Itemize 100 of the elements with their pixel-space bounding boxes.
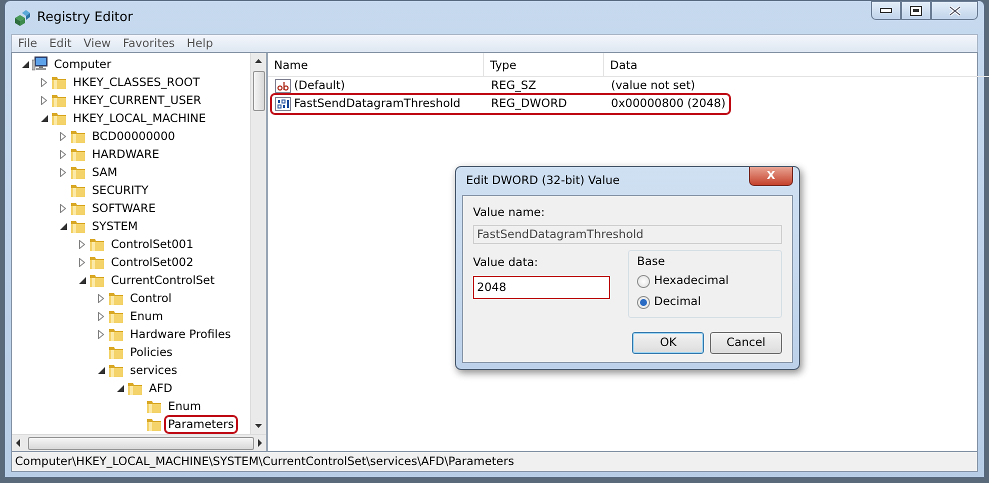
binary-value-icon	[275, 97, 291, 111]
menu-item[interactable]: File	[12, 35, 44, 52]
expand-arrow-icon[interactable]	[60, 204, 66, 212]
folder-icon	[108, 362, 124, 378]
expand-arrow-icon[interactable]	[98, 312, 104, 320]
tree-item[interactable]: HKEY_CURRENT_USER	[71, 92, 204, 108]
highlighted-value-row[interactable]: FastSendDatagramThreshold REG_DWORD 0x00000800 (2048)	[272, 95, 729, 113]
tree-item[interactable]: SYSTEM	[90, 218, 140, 234]
dialog-button[interactable]: OK	[632, 332, 704, 354]
computer-icon	[32, 56, 48, 72]
value-data-field[interactable]: 2048	[473, 276, 610, 298]
value-data: 0x00000800 (2048)	[610, 95, 727, 112]
folder-icon	[146, 416, 162, 432]
expand-arrow-icon[interactable]	[60, 132, 66, 140]
scrollbar-thumb[interactable]	[252, 71, 264, 111]
tree-item[interactable]: Enum	[166, 398, 204, 414]
tree-item[interactable]: ControlSet002	[109, 254, 196, 270]
menu-item[interactable]: Edit	[43, 35, 78, 52]
tree-item[interactable]: HKEY_CLASSES_ROOT	[71, 74, 202, 90]
tree-item[interactable]: ControlSet001	[109, 236, 196, 252]
folder-icon	[51, 92, 67, 108]
collapse-arrow-icon[interactable]	[60, 222, 66, 230]
minimize-button[interactable]	[871, 1, 901, 20]
status-bar-path: Computer\HKEY_LOCAL_MACHINE\SYSTEM\CurrentControlSet\services\AFD\Parameters	[11, 452, 978, 472]
expand-arrow-icon[interactable]	[41, 78, 47, 86]
radio-button[interactable]	[637, 274, 650, 288]
folder-icon	[89, 254, 105, 270]
value-name: (Default)	[294, 77, 345, 94]
scroll-left-arrow-icon[interactable]	[16, 439, 20, 447]
expand-arrow-icon[interactable]	[98, 294, 104, 302]
folder-icon	[108, 308, 124, 324]
folder-icon	[108, 344, 124, 360]
vertical-scrollbar[interactable]	[250, 53, 266, 434]
scroll-right-arrow-icon[interactable]	[258, 439, 262, 447]
tree-item[interactable]: SECURITY	[90, 182, 150, 198]
value-type: REG_SZ	[490, 77, 538, 94]
tree-item[interactable]: BCD00000000	[90, 128, 178, 144]
radio-label[interactable]: Hexadecimal	[654, 272, 729, 290]
maximize-button[interactable]	[901, 1, 931, 20]
close-button[interactable]	[931, 1, 978, 20]
scrollbar-thumb[interactable]	[28, 436, 254, 450]
folder-icon	[51, 110, 67, 126]
window-title: Registry Editor	[37, 8, 133, 27]
value-data-label: Value data:	[473, 254, 540, 272]
collapse-arrow-icon[interactable]	[22, 60, 28, 68]
folder-icon	[51, 74, 67, 90]
folder-icon	[146, 398, 162, 414]
column-header[interactable]: Name	[268, 53, 484, 76]
tree-item[interactable]: Control	[128, 290, 174, 306]
tree-item[interactable]: Policies	[128, 344, 175, 360]
tree-item[interactable]: Parameters	[166, 416, 236, 432]
radio-label[interactable]: Decimal	[654, 293, 701, 311]
tree-item[interactable]: AFD	[147, 380, 174, 396]
maximize-icon	[910, 6, 922, 16]
tree-item[interactable]: SOFTWARE	[90, 200, 158, 216]
collapse-arrow-icon[interactable]	[78, 276, 86, 284]
folder-icon	[127, 380, 143, 396]
collapse-arrow-icon[interactable]	[40, 114, 48, 122]
minimize-icon	[880, 8, 892, 13]
tree-item[interactable]: HKEY_LOCAL_MACHINE	[71, 110, 208, 126]
folder-icon	[108, 290, 124, 306]
menu-item[interactable]: View	[78, 35, 117, 52]
tree-item[interactable]: CurrentControlSet	[109, 272, 217, 288]
tree-item[interactable]: SAM	[90, 164, 120, 180]
tree-item[interactable]: Computer	[52, 56, 114, 72]
expand-arrow-icon[interactable]	[60, 168, 66, 176]
collapse-arrow-icon[interactable]	[98, 366, 104, 374]
scroll-down-arrow-icon[interactable]	[255, 424, 262, 428]
menu-item[interactable]: Help	[180, 35, 219, 52]
folder-icon	[70, 200, 86, 216]
collapse-arrow-icon[interactable]	[116, 384, 124, 392]
folder-icon	[70, 164, 86, 180]
tree-item[interactable]: Hardware Profiles	[128, 326, 233, 342]
expand-arrow-icon[interactable]	[41, 96, 47, 104]
value-name-field: FastSendDatagramThreshold	[473, 225, 782, 244]
folder-icon	[70, 218, 86, 234]
value-name: FastSendDatagramThreshold	[294, 95, 460, 112]
column-header[interactable]: Type	[484, 53, 604, 76]
tree-item[interactable]: HARDWARE	[90, 146, 162, 162]
value-data: (value not set)	[610, 77, 696, 94]
column-header[interactable]: Data	[604, 53, 989, 76]
dialog-title: Edit DWORD (32-bit) Value	[466, 172, 620, 190]
expand-arrow-icon[interactable]	[79, 258, 85, 266]
menu-item[interactable]: Favorites	[116, 35, 181, 52]
expand-arrow-icon[interactable]	[79, 240, 85, 248]
base-label: Base	[637, 253, 666, 270]
expand-arrow-icon[interactable]	[60, 150, 66, 158]
tree-item[interactable]: services	[128, 362, 180, 378]
folder-icon	[89, 236, 105, 252]
expand-arrow-icon[interactable]	[98, 330, 104, 338]
folder-icon	[70, 146, 86, 162]
radio-button[interactable]	[637, 296, 650, 308]
value-row[interactable]: (Default) REG_SZ (value not set)	[272, 77, 989, 95]
scroll-up-arrow-icon[interactable]	[255, 59, 262, 63]
folder-icon	[89, 272, 105, 288]
dialog-button[interactable]: Cancel	[710, 332, 782, 354]
horizontal-scrollbar[interactable]	[12, 434, 266, 451]
tree-item[interactable]: Enum	[128, 308, 166, 324]
folder-icon	[70, 128, 86, 144]
value-name-label: Value name:	[473, 204, 546, 221]
